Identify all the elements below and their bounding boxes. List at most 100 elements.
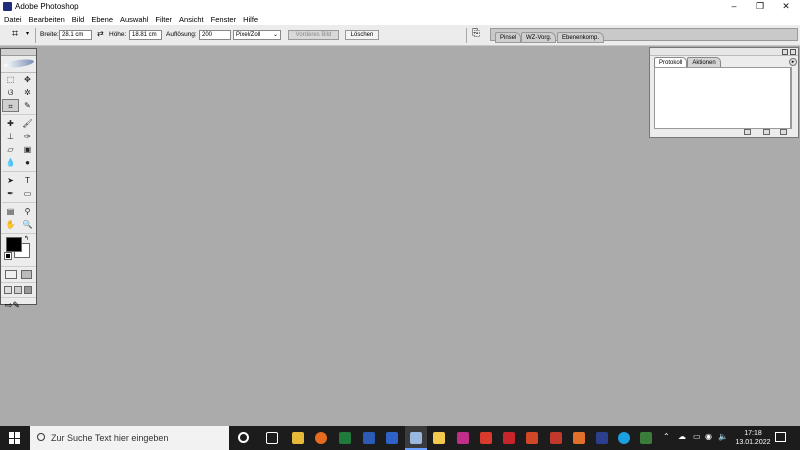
menu-filter[interactable]: Filter [151, 13, 175, 25]
skype-icon[interactable] [618, 432, 630, 444]
pdf-app-icon[interactable] [503, 432, 515, 444]
taskbar-search-box[interactable]: Zur Suche Text hier eingeben [30, 426, 229, 450]
resolution-unit-value: Pixel/Zoll [236, 32, 261, 38]
notes-tool-icon[interactable]: ▤ [2, 205, 19, 218]
delete-state-icon[interactable] [780, 129, 787, 135]
resolution-field[interactable]: 200 [199, 30, 231, 40]
cortana-icon[interactable] [238, 432, 249, 443]
history-list[interactable] [654, 67, 791, 129]
pen-tool-icon[interactable]: ✒ [2, 187, 19, 200]
panel-close-icon[interactable] [790, 49, 796, 55]
tray-expand-icon[interactable]: ⌃ [663, 432, 670, 441]
slice-tool-icon[interactable]: ✎ [19, 99, 36, 112]
menu-ansicht[interactable]: Ansicht [175, 13, 207, 25]
panel-menu-icon[interactable]: ▸ [789, 58, 797, 66]
swap-colors-icon[interactable]: ↰ [24, 235, 29, 242]
notifications-icon[interactable] [775, 432, 786, 442]
tab-protokoll[interactable]: Protokoll [654, 57, 688, 67]
menu-auswahl[interactable]: Auswahl [116, 13, 151, 25]
standard-mode-icon[interactable] [5, 270, 17, 279]
menu-datei[interactable]: Datei [0, 13, 25, 25]
move-tool-icon[interactable]: ✥ [19, 73, 36, 86]
file-explorer-icon[interactable] [292, 432, 304, 444]
menu-bearbeiten[interactable]: Bearbeiten [25, 13, 68, 25]
tab-aktionen[interactable]: Aktionen [687, 57, 721, 67]
toolbox-title-bar[interactable] [1, 49, 36, 56]
acrobat-icon[interactable] [480, 432, 492, 444]
crop-tool-icon[interactable]: ⌗ [12, 28, 18, 41]
task-view-icon[interactable] [266, 432, 278, 444]
menu-ebene[interactable]: Ebene [87, 13, 116, 25]
photoshop-app-icon [3, 2, 12, 11]
minimize-button[interactable]: – [721, 0, 747, 13]
tab-wz-vorg[interactable]: WZ-Vorg. [521, 32, 557, 43]
history-brush-tool-icon[interactable]: ✑ [19, 130, 36, 143]
menu-bild[interactable]: Bild [68, 13, 88, 25]
media-app-icon[interactable] [596, 432, 608, 444]
volume-icon[interactable]: 🔈 [718, 432, 728, 441]
dodge-tool-icon[interactable]: ● [19, 156, 36, 169]
path-selection-tool-icon[interactable]: ➤ [2, 174, 19, 187]
landscape-app-icon[interactable] [640, 432, 652, 444]
history-panel: Protokoll Aktionen ▸ [649, 47, 799, 138]
foreground-color-swatch[interactable] [6, 237, 22, 252]
quick-mask-mode-icon[interactable] [20, 270, 32, 279]
front-image-button[interactable]: Vorderes Bild [288, 30, 339, 40]
windows-start-icon[interactable] [9, 432, 21, 444]
outlook-icon[interactable] [386, 432, 398, 444]
adobe-online-feather-icon[interactable] [1, 56, 36, 73]
type-tool-icon[interactable]: T [19, 174, 36, 187]
device-icon[interactable]: ▭ [693, 432, 701, 441]
menu-fenster[interactable]: Fenster [207, 13, 239, 25]
notes-app-icon[interactable] [433, 432, 445, 444]
width-field[interactable]: 28.1 cm [59, 30, 92, 40]
firefox-icon[interactable] [315, 432, 327, 444]
taskbar-clock[interactable]: 17:18 13.01.2022 [733, 429, 773, 447]
clear-button[interactable]: Löschen [345, 30, 379, 40]
rectangle-tool-icon[interactable]: ▭ [19, 187, 36, 200]
marquee-tool-icon[interactable]: ⬚ [2, 73, 19, 86]
history-scrollbar[interactable] [791, 67, 798, 129]
blur-tool-icon[interactable]: 💧 [2, 156, 19, 169]
panel-minimize-icon[interactable] [782, 49, 788, 55]
brush-tool-icon[interactable]: 🖌 [19, 117, 36, 130]
word-icon[interactable] [363, 432, 375, 444]
resolution-unit-select[interactable]: Pixel/Zoll ⌄ [233, 30, 281, 40]
zoom-tool-icon[interactable]: 🔍 [19, 218, 36, 231]
clone-stamp-tool-icon[interactable]: ⊥ [2, 130, 19, 143]
mask-mode-group [1, 266, 36, 282]
close-button[interactable]: ✕ [773, 0, 799, 13]
full-screen-menu-mode-icon[interactable] [14, 286, 22, 294]
swap-dimensions-icon[interactable]: ⇄ [97, 29, 104, 38]
onedrive-icon[interactable]: ☁ [678, 432, 686, 441]
magic-wand-tool-icon[interactable]: ✲ [19, 86, 36, 99]
full-screen-mode-icon[interactable] [24, 286, 32, 294]
new-snapshot-icon[interactable] [763, 129, 770, 135]
crop-tool-icon[interactable]: ⌗ [2, 99, 19, 112]
eyedropper-tool-icon[interactable]: ⚲ [19, 205, 36, 218]
jump-to-imageready-icon[interactable]: ⇨✎ [1, 297, 36, 313]
palette-well-icon[interactable]: ⎘ [472, 28, 480, 39]
tab-pinsel[interactable]: Pinsel [495, 32, 522, 43]
red-app-icon[interactable] [550, 432, 562, 444]
panel-title-bar[interactable] [650, 48, 798, 56]
excel-icon[interactable] [339, 432, 351, 444]
lasso-tool-icon[interactable]: ଓ [2, 86, 19, 99]
tab-ebenenkomp[interactable]: Ebenenkomp. [557, 32, 605, 43]
gradient-tool-icon[interactable]: ▣ [19, 143, 36, 156]
maximize-button[interactable]: ❐ [747, 0, 773, 13]
default-colors-icon[interactable] [4, 252, 12, 260]
height-field[interactable]: 18.81 cm [129, 30, 162, 40]
paint-app-icon[interactable] [457, 432, 469, 444]
tool-preset-dropdown-icon[interactable]: ▾ [26, 30, 29, 37]
new-document-from-state-icon[interactable] [744, 129, 751, 135]
powerpoint-icon[interactable] [526, 432, 538, 444]
network-icon[interactable]: ◉ [705, 432, 712, 441]
hand-tool-icon[interactable]: ✋ [2, 218, 19, 231]
photoshop-icon[interactable] [410, 432, 422, 444]
mail-app-icon[interactable] [573, 432, 585, 444]
menu-hilfe[interactable]: Hilfe [239, 13, 261, 25]
healing-brush-tool-icon[interactable]: ✚ [2, 117, 19, 130]
standard-screen-mode-icon[interactable] [4, 286, 12, 294]
eraser-tool-icon[interactable]: ▱ [2, 143, 19, 156]
